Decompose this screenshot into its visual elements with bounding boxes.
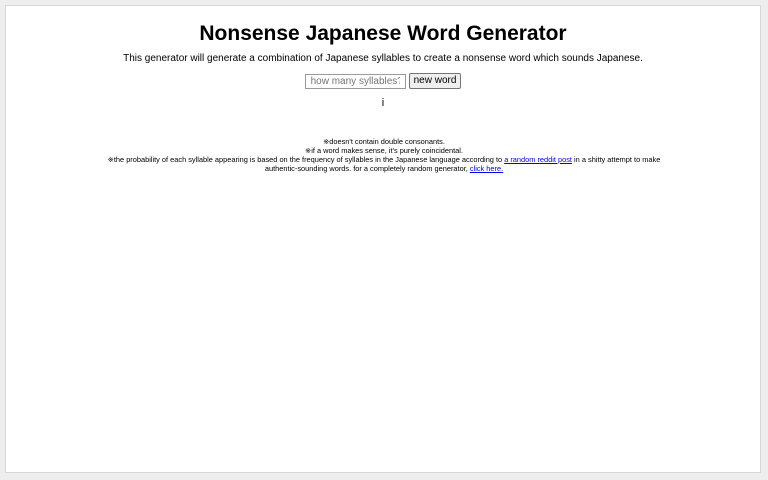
note-no-double-consonants: ※doesn't contain double consonants. [323, 137, 445, 146]
page-title: Nonsense Japanese Word Generator [199, 22, 567, 45]
note-coincidental: ※if a word makes sense, it's purely coin… [305, 146, 463, 155]
intro-text: This generator will generate a combinati… [123, 53, 643, 64]
note-probability-text-1: ※the probability of each syllable appear… [107, 155, 505, 164]
syllables-input[interactable] [304, 73, 406, 89]
notes-section: ※doesn't contain double consonants. ※if … [106, 137, 662, 173]
random-generator-link[interactable]: click here. [470, 164, 503, 173]
reddit-post-link[interactable]: a random reddit post [504, 155, 572, 164]
generated-word: i [381, 97, 385, 109]
note-probability: ※the probability of each syllable appear… [106, 155, 662, 173]
page-container: Nonsense Japanese Word Generator This ge… [5, 5, 761, 473]
new-word-button[interactable]: new word [408, 73, 462, 89]
generator-controls: new word [6, 73, 760, 89]
